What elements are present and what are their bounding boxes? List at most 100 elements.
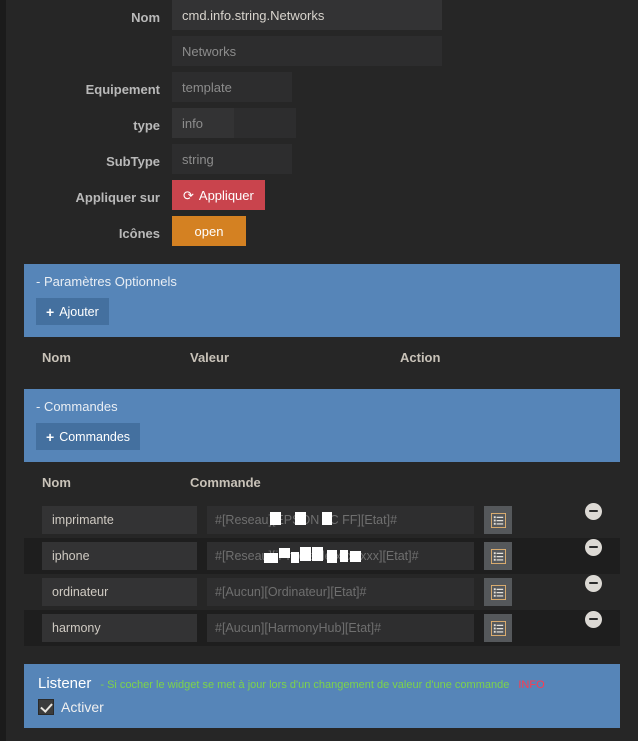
plus-icon: + — [46, 428, 55, 445]
minus-circle-icon — [589, 510, 598, 512]
col-header-action: Action — [400, 349, 441, 365]
appliquer-button-label: Appliquer — [198, 187, 254, 203]
redaction-block — [264, 553, 278, 563]
commands-table-header: Nom Commande — [24, 462, 620, 502]
list-icon — [490, 512, 506, 528]
delete-command-button[interactable] — [585, 538, 602, 556]
nom-input[interactable] — [172, 0, 442, 30]
col-header-valeur: Valeur — [190, 349, 230, 365]
add-optional-param-button[interactable]: + Ajouter — [36, 298, 109, 325]
col-header-command-commande: Commande — [190, 474, 261, 490]
command-form: Nom Equipement type — [6, 0, 638, 252]
command-expression-text: #[Reseau][EPSON 2C FF][Etat]# — [215, 513, 398, 527]
form-row-nom: Nom — [6, 0, 638, 36]
label-type: type — [133, 118, 160, 133]
delete-command-button[interactable] — [585, 610, 602, 628]
minus-circle-icon — [589, 582, 598, 584]
commands-panel-title: - Commandes — [36, 399, 118, 414]
label-appliquer-sur: Appliquer sur — [75, 190, 160, 205]
delete-command-button[interactable] — [585, 502, 602, 520]
table-row: #[Aucun][HarmonyHub][Etat]# — [24, 610, 620, 646]
minus-circle-icon — [589, 546, 598, 548]
command-name-input[interactable] — [42, 578, 197, 606]
optional-params-panel: - Paramètres Optionnels + Ajouter — [24, 264, 620, 337]
redaction-block — [340, 550, 348, 562]
type-field-wrap — [172, 108, 296, 138]
listener-activer-label: Activer — [61, 699, 104, 715]
add-optional-param-label: Ajouter — [59, 304, 99, 319]
command-expression-field[interactable]: #[Aucun][HarmonyHub][Etat]# — [207, 614, 474, 642]
col-header-command-nom: Nom — [42, 474, 71, 490]
form-row-appliquer: Appliquer sur ⟳ Appliquer — [6, 180, 638, 216]
redaction-block — [322, 512, 332, 525]
icones-open-button[interactable]: open — [172, 216, 246, 246]
delete-cell — [524, 502, 620, 529]
commands-table: Nom Commande #[Reseau][EPSON 2C FF][Etat… — [24, 462, 620, 646]
redaction-block — [291, 552, 299, 563]
command-name-input[interactable] — [42, 542, 197, 570]
spacer-after-form — [6, 252, 638, 264]
list-icon — [490, 620, 506, 636]
form-row-subtype: SubType — [6, 144, 638, 180]
label-subtype: SubType — [106, 154, 160, 169]
redaction-block — [312, 547, 323, 561]
appliquer-button[interactable]: ⟳ Appliquer — [172, 180, 265, 210]
label-equipement: Equipement — [85, 82, 160, 97]
minus-circle-icon — [589, 618, 598, 620]
table-row: #[Aucun][Ordinateur][Etat]# — [24, 574, 620, 610]
delete-cell — [524, 610, 620, 637]
command-expression-field[interactable]: #[Reseau][EPSON 2C FF][Etat]# — [207, 506, 474, 534]
commands-panel: - Commandes + Commandes — [24, 389, 620, 462]
sync-icon: ⟳ — [183, 187, 194, 203]
table-row: #[Reseau][iPhone de xxxxxxx][Etat]# — [24, 538, 620, 574]
redaction-block — [327, 550, 337, 563]
redaction-block — [350, 551, 361, 562]
listener-title: Listener — [38, 675, 92, 692]
listener-header: Listener - Si cocher le widget se met à … — [38, 675, 606, 692]
redaction-block — [279, 548, 290, 558]
label-icones: Icônes — [118, 226, 160, 241]
equipement-input[interactable] — [172, 72, 292, 102]
icones-open-label: open — [194, 223, 224, 239]
form-row-equipement: Equipement — [6, 72, 638, 108]
optional-params-title: - Paramètres Optionnels — [36, 274, 177, 289]
redaction-block — [295, 512, 306, 525]
listener-info-badge: INFO — [518, 679, 545, 691]
table-row: #[Reseau][EPSON 2C FF][Etat]# — [24, 502, 620, 538]
commands-table-body: #[Reseau][EPSON 2C FF][Etat]# #[Reseau][i… — [24, 502, 620, 646]
add-command-label: Commandes — [59, 429, 131, 444]
col-header-nom: Nom — [42, 349, 71, 365]
command-expression-text: #[Aucun][Ordinateur][Etat]# — [215, 585, 367, 599]
redaction-block — [300, 547, 311, 561]
command-list-button[interactable] — [484, 542, 512, 570]
command-list-button[interactable] — [484, 614, 512, 642]
form-row-icones: Icônes open — [6, 216, 638, 252]
form-row-nom-display — [6, 36, 638, 72]
optional-params-table: Nom Valeur Action — [24, 337, 620, 377]
command-name-input[interactable] — [42, 506, 197, 534]
command-expression-field[interactable]: #[Aucun][Ordinateur][Etat]# — [207, 578, 474, 606]
list-icon — [490, 548, 506, 564]
command-expression-field[interactable]: #[Reseau][iPhone de xxxxxxx][Etat]# — [207, 542, 474, 570]
redaction-block — [270, 512, 281, 525]
list-icon — [490, 584, 506, 600]
spacer-before-commands — [6, 377, 638, 389]
optional-params-table-header: Nom Valeur Action — [24, 337, 620, 377]
command-list-button[interactable] — [484, 578, 512, 606]
listener-panel: Listener - Si cocher le widget se met à … — [24, 664, 620, 728]
type-input[interactable] — [172, 108, 234, 138]
command-name-input[interactable] — [42, 614, 197, 642]
listener-activer-checkbox[interactable] — [38, 699, 54, 715]
command-list-button[interactable] — [484, 506, 512, 534]
add-command-button[interactable]: + Commandes — [36, 423, 141, 450]
command-expression-text: #[Aucun][HarmonyHub][Etat]# — [215, 621, 382, 635]
plus-icon: + — [46, 303, 55, 320]
listener-activer-row: Activer — [38, 699, 606, 715]
command-config-page: Nom Equipement type — [6, 0, 638, 741]
delete-command-button[interactable] — [585, 574, 602, 592]
label-nom: Nom — [131, 10, 160, 25]
delete-cell — [524, 538, 620, 565]
nom-display-input[interactable] — [172, 36, 442, 66]
delete-cell — [524, 574, 620, 601]
subtype-input[interactable] — [172, 144, 292, 174]
